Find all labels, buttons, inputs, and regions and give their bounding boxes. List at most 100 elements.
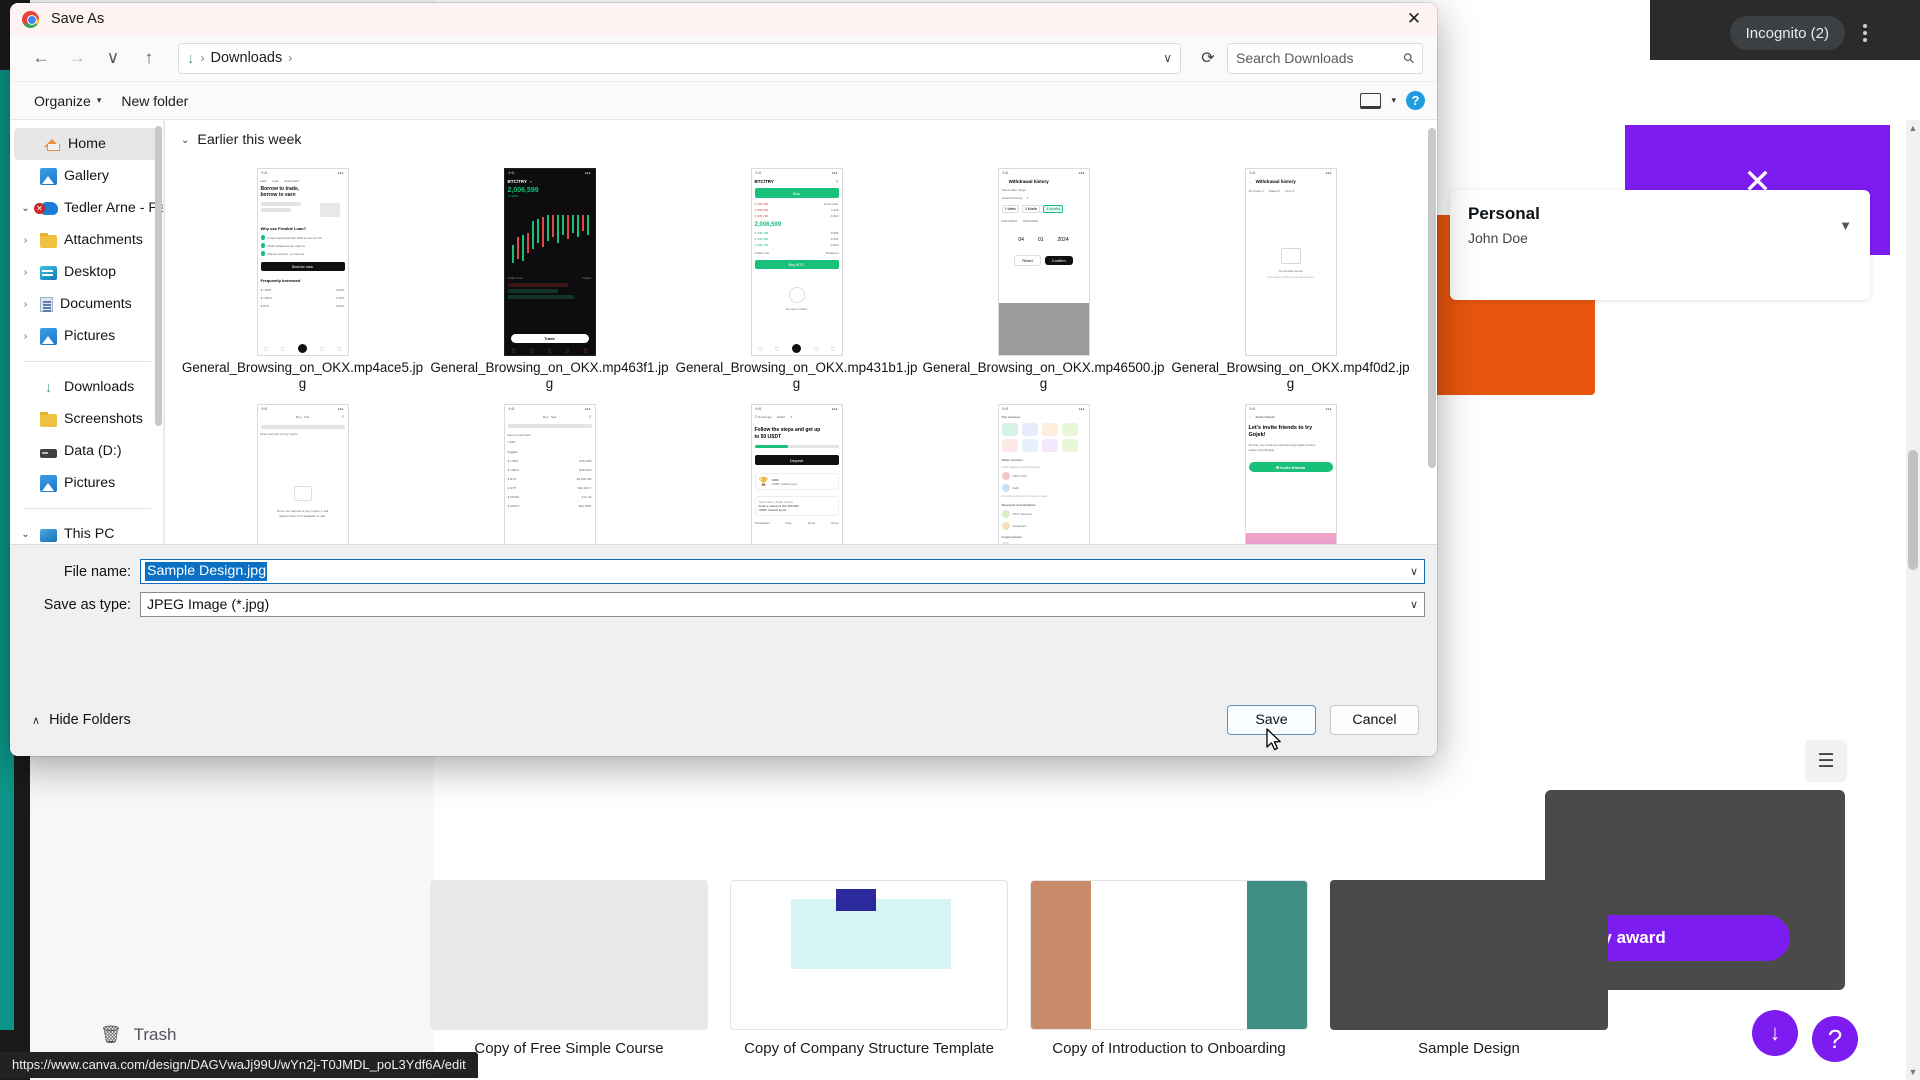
design-thumb[interactable] [430, 880, 708, 1030]
incognito-badge[interactable]: Incognito (2) [1729, 16, 1845, 50]
file-thumbnail[interactable]: 9:41 ●●● BTC/TRY ▾ 2,006,599 +1.25% Orde… [426, 158, 673, 356]
chevron-down-icon[interactable]: ∨ [1410, 598, 1418, 611]
scrollbar-thumb[interactable] [155, 126, 162, 426]
documents-icon [40, 297, 53, 312]
sidebar-item-label: Tedler Arne - Pe [64, 200, 164, 216]
chevron-down-icon[interactable]: ▾ [1391, 95, 1396, 106]
filename-input[interactable]: Sample Design.jpg ∨ [140, 559, 1425, 584]
help-icon[interactable]: ? [1406, 91, 1425, 110]
chevron-right-icon[interactable]: › [18, 331, 33, 342]
sidebar-item-desktop[interactable]: › Desktop [10, 256, 163, 288]
file-item[interactable]: 9:41 ●●● Top services Other services Car… [920, 394, 1167, 544]
sidebar-item-documents[interactable]: › Documents [10, 288, 163, 320]
file-thumbnail[interactable]: 9:41 ●●● ← Buy Sell ☰ Recent searches USDT … [426, 394, 673, 544]
file-item[interactable]: 9:41 ●●● ← Withdrawal history Select date … [920, 158, 1167, 392]
account-title: Personal [1468, 204, 1540, 223]
sidebar-item-data-drive[interactable]: Data (D:) [10, 435, 163, 467]
chevron-down-icon[interactable]: ∨ [1410, 565, 1418, 578]
sidebar-item-screenshots[interactable]: Screenshots [10, 403, 163, 435]
forward-button[interactable]: → [60, 42, 94, 74]
thumbnail-image: 9:41 ●●● ← Withdrawal history All crypto ▾… [1244, 168, 1337, 356]
kebab-menu-icon[interactable] [1854, 18, 1876, 48]
design-thumb[interactable] [730, 880, 1008, 1030]
sidebar-item-label: Data (D:) [64, 443, 122, 459]
file-group-header[interactable]: ⌄ Earlier this week [165, 120, 1437, 154]
file-item[interactable]: 9:41 ●●● ← Invite friends Let's invite fri… [1167, 394, 1414, 544]
dialog-body: Home Gallery ⌄ ✕ Tedler Arne - Pe › Atta… [10, 120, 1437, 544]
file-thumbnail[interactable]: 9:41 ●●● ← Buy Sell ☰ Enter amount to buy c… [179, 394, 426, 544]
sidebar-item-downloads[interactable]: ↓ Downloads [10, 371, 163, 403]
file-item[interactable]: 9:41 ●●● BTC/TRY ▾ 2,006,599 +1.25% Orde… [426, 158, 673, 392]
save-form: File name: Sample Design.jpg ∨ Save as t… [10, 544, 1437, 684]
hide-folders-button[interactable]: ∧ Hide Folders [26, 712, 131, 728]
sidebar-item-pictures-quick[interactable]: Pictures [10, 467, 163, 499]
incognito-label: Incognito (2) [1745, 24, 1829, 42]
file-thumbnail[interactable]: 9:41 ●●● BTC/TRY ☰ Buy 2,009,100 Limit orde… [673, 158, 920, 356]
chevron-down-icon[interactable]: ∨ [1163, 51, 1172, 65]
dialog-title: Save As [51, 11, 105, 27]
cancel-button[interactable]: Cancel [1330, 705, 1419, 735]
file-thumbnail[interactable]: 9:41 ●●● Top services Other services Car… [920, 394, 1167, 544]
scrollbar-thumb[interactable] [1428, 128, 1436, 468]
chevron-down-icon[interactable]: ⌄ [18, 529, 33, 540]
file-item[interactable]: 9:41 ●●● ☰ Exchange Wallet ▾ Follow the ste… [673, 394, 920, 544]
file-item[interactable]: 9:41 ●●● ← Buy Sell ☰ Recent searches USDT … [426, 394, 673, 544]
account-card[interactable]: Personal John Doe ▼ [1450, 190, 1870, 300]
downloads-icon: ↓ [187, 49, 195, 67]
trash-item[interactable]: 🗑 Trash [100, 1025, 176, 1045]
chevron-right-icon[interactable]: › [18, 267, 33, 278]
breadcrumb-downloads[interactable]: Downloads [211, 50, 283, 66]
design-thumb[interactable] [1030, 880, 1308, 1030]
filetype-select[interactable]: JPEG Image (*.jpg) ∨ [140, 592, 1425, 617]
refresh-button[interactable]: ⟳ [1191, 42, 1225, 74]
chevron-down-icon[interactable]: ▼ [1839, 218, 1852, 233]
scrollbar-thumb[interactable] [1908, 450, 1918, 570]
sidebar-item-label: Gallery [64, 168, 109, 184]
organize-button[interactable]: Organize ▾ [24, 89, 111, 113]
sidebar-item-onedrive[interactable]: ⌄ ✕ Tedler Arne - Pe [10, 192, 163, 224]
scroll-up-icon[interactable]: ▲ [1906, 120, 1920, 136]
file-item[interactable]: 9:41 ●●● Earn Loan Automated Borrow to trad… [179, 158, 426, 392]
close-icon[interactable]: ✕ [1391, 3, 1437, 35]
home-icon [44, 136, 61, 153]
address-bar[interactable]: ↓ › Downloads › ∨ [178, 42, 1181, 74]
sidebar-item-pictures[interactable]: › Pictures [10, 320, 163, 352]
up-one-level-button[interactable]: ↑ [132, 42, 166, 74]
download-icon: ↓ [44, 378, 53, 396]
sidebar-item-attachments[interactable]: › Attachments [10, 224, 163, 256]
chevron-down-icon[interactable]: ⌄ [18, 203, 33, 214]
chevron-right-icon[interactable]: › [18, 235, 33, 246]
trash-icon: 🗑 [100, 1025, 122, 1044]
search-input[interactable]: Search Downloads ⚲ [1227, 42, 1423, 74]
design-thumb[interactable] [1330, 880, 1608, 1030]
back-button[interactable]: ← [24, 42, 58, 74]
sidebar-item-label: Screenshots [64, 411, 143, 427]
sidebar-scrollbar[interactable] [155, 126, 162, 466]
file-thumbnail[interactable]: 9:41 ●●● ☰ Exchange Wallet ▾ Follow the ste… [673, 394, 920, 544]
file-item[interactable]: 9:41 ●●● ← Withdrawal history All crypto ▾… [1167, 158, 1414, 392]
sidebar-item-gallery[interactable]: Gallery [10, 160, 163, 192]
sidebar-item-label: This PC [64, 526, 115, 542]
file-item[interactable]: 9:41 ●●● ← Buy Sell ☰ Enter amount to buy c… [179, 394, 426, 544]
dialog-actions: Save Cancel [1227, 705, 1419, 735]
file-item[interactable]: 9:41 ●●● BTC/TRY ☰ Buy 2,009,100 Limit orde… [673, 158, 920, 392]
file-thumbnail[interactable]: 9:41 ●●● ← Invite friends Let's invite fri… [1167, 394, 1414, 544]
list-view-button[interactable]: ☰ [1805, 740, 1847, 782]
sidebar-item-home[interactable]: Home [14, 128, 159, 160]
view-options-icon[interactable] [1360, 92, 1382, 109]
file-thumbnail[interactable]: 9:41 ●●● ← Withdrawal history Select date … [920, 158, 1167, 356]
file-list-scrollbar[interactable] [1428, 128, 1436, 538]
scroll-down-icon[interactable]: ▼ [1906, 1064, 1920, 1080]
sync-error-icon: ✕ [34, 202, 45, 214]
folder-icon [40, 232, 57, 248]
file-thumbnail[interactable]: 9:41 ●●● Earn Loan Automated Borrow to trad… [179, 158, 426, 356]
sidebar-item-this-pc[interactable]: ⌄ This PC [10, 518, 163, 544]
page-scrollbar[interactable]: ▲ ▼ [1906, 120, 1920, 1080]
thumbnail-image: 9:41 ●●● ☰ Exchange Wallet ▾ Follow the ste… [750, 404, 843, 544]
file-thumbnail[interactable]: 9:41 ●●● ← Withdrawal history All crypto ▾… [1167, 158, 1414, 356]
drive-icon [40, 448, 57, 458]
chevron-down-icon[interactable]: ⌄ [181, 135, 189, 146]
new-folder-button[interactable]: New folder [111, 89, 198, 113]
recent-locations-button[interactable]: ∨ [96, 42, 130, 74]
chevron-right-icon[interactable]: › [18, 299, 33, 310]
